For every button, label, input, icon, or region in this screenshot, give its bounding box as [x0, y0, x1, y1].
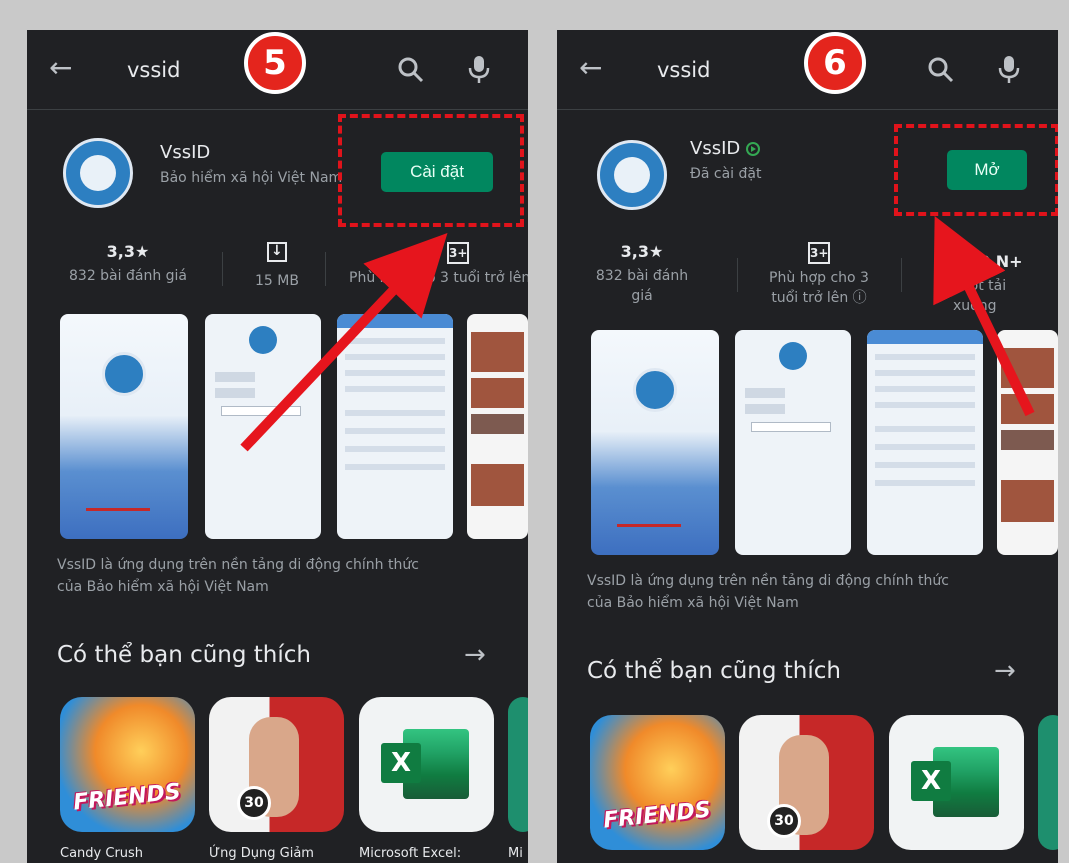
screenshot-2[interactable]	[205, 314, 321, 539]
step-badge: 6	[804, 32, 866, 94]
partial-app-icon[interactable]	[508, 697, 528, 832]
arrow-left-icon[interactable]: ←	[579, 54, 602, 82]
screenshot-3[interactable]	[337, 314, 453, 539]
app-size: 15 MB	[255, 273, 299, 289]
phone-screen-step-5: ← vssid VssID Bảo hiểm xã hội Việt Nam C…	[27, 30, 528, 863]
candy-crush-icon[interactable]: FRIENDS	[60, 697, 195, 832]
divider	[222, 252, 223, 286]
search-icon[interactable]	[927, 56, 955, 84]
excel-app-icon[interactable]: X	[889, 715, 1024, 850]
screenshot-1[interactable]	[591, 330, 719, 555]
arrow-left-icon[interactable]: ←	[49, 54, 72, 82]
arrow-right-icon[interactable]: →	[994, 656, 1016, 686]
candy-crush-icon[interactable]: FRIENDS	[590, 715, 725, 850]
age-rating-icon: 3+	[749, 242, 889, 264]
divider	[737, 258, 738, 292]
review-count: 832 bài đánh giá	[69, 268, 187, 284]
divider	[325, 252, 326, 286]
search-icon[interactable]	[397, 56, 425, 84]
rec-label[interactable]: Mi	[508, 846, 523, 861]
app-description: VssID là ứng dụng trên nền tảng di động …	[587, 573, 949, 611]
app-name: VssID	[160, 142, 211, 163]
screenshot-3[interactable]	[867, 330, 983, 555]
size-stat: 15 MB	[237, 241, 317, 291]
age-stat: 3+ Phù hợp cho 3 tuổi trở lên	[349, 242, 528, 288]
highlight-box	[338, 114, 524, 227]
excel-app-icon[interactable]: X	[359, 697, 494, 832]
screenshot-1[interactable]	[60, 314, 188, 539]
section-title: Có thể bạn cũng thích	[587, 658, 841, 684]
arrow-right-icon[interactable]: →	[464, 640, 486, 670]
age-rating-icon: 3+	[349, 242, 528, 264]
screenshot-4[interactable]	[467, 314, 528, 539]
app-name: VssID	[690, 138, 761, 159]
age-stat: 3+ Phù hợp cho 3 tuổi trở lên ⓘ	[749, 242, 889, 308]
rating-stat: 3,3★ 832 bài đánh giá	[587, 242, 697, 306]
search-query[interactable]: vssid	[127, 58, 180, 82]
rec-label[interactable]: Candy Crush	[60, 846, 143, 861]
mic-icon[interactable]	[467, 54, 491, 84]
downloads-label: Lượt tải xuống	[953, 278, 1007, 314]
highlight-box	[894, 124, 1058, 216]
screenshot-4[interactable]	[997, 330, 1058, 555]
vssid-app-icon	[597, 140, 667, 210]
install-status: Đã cài đặt	[690, 166, 762, 182]
app-developer[interactable]: Bảo hiểm xã hội Việt Nam	[160, 170, 342, 186]
partial-app-icon[interactable]	[1038, 715, 1058, 850]
fitness-app-icon[interactable]: 30	[739, 715, 874, 850]
search-query[interactable]: vssid	[657, 58, 710, 82]
mic-icon[interactable]	[997, 54, 1021, 84]
rec-label[interactable]: Microsoft Excel:	[359, 846, 461, 861]
fitness-app-icon[interactable]: 30	[209, 697, 344, 832]
app-description: VssID là ứng dụng trên nền tảng di động …	[57, 557, 419, 595]
divider	[901, 258, 902, 292]
rec-label[interactable]: Ứng Dụng Giảm	[209, 846, 314, 861]
play-protect-icon	[746, 142, 761, 156]
download-count: 0 N+	[979, 252, 1023, 271]
rating-value: 3,3★	[620, 242, 664, 261]
section-title: Có thể bạn cũng thích	[57, 642, 311, 668]
downloads-stat: 0 N+ Lượt tải xuống	[953, 252, 1053, 316]
screenshot-2[interactable]	[735, 330, 851, 555]
step-badge: 5	[244, 32, 306, 94]
vssid-app-icon	[63, 138, 133, 208]
phone-screen-step-6: ← vssid VssID Đã cài đặt Mở 3,3★ 832 bài…	[557, 30, 1058, 863]
download-icon	[237, 241, 317, 267]
age-text: Phù hợp cho 3 tuổi trở lên	[349, 270, 528, 286]
rating-value: 3,3★	[106, 242, 150, 261]
rating-stat: 3,3★ 832 bài đánh giá	[59, 242, 197, 286]
